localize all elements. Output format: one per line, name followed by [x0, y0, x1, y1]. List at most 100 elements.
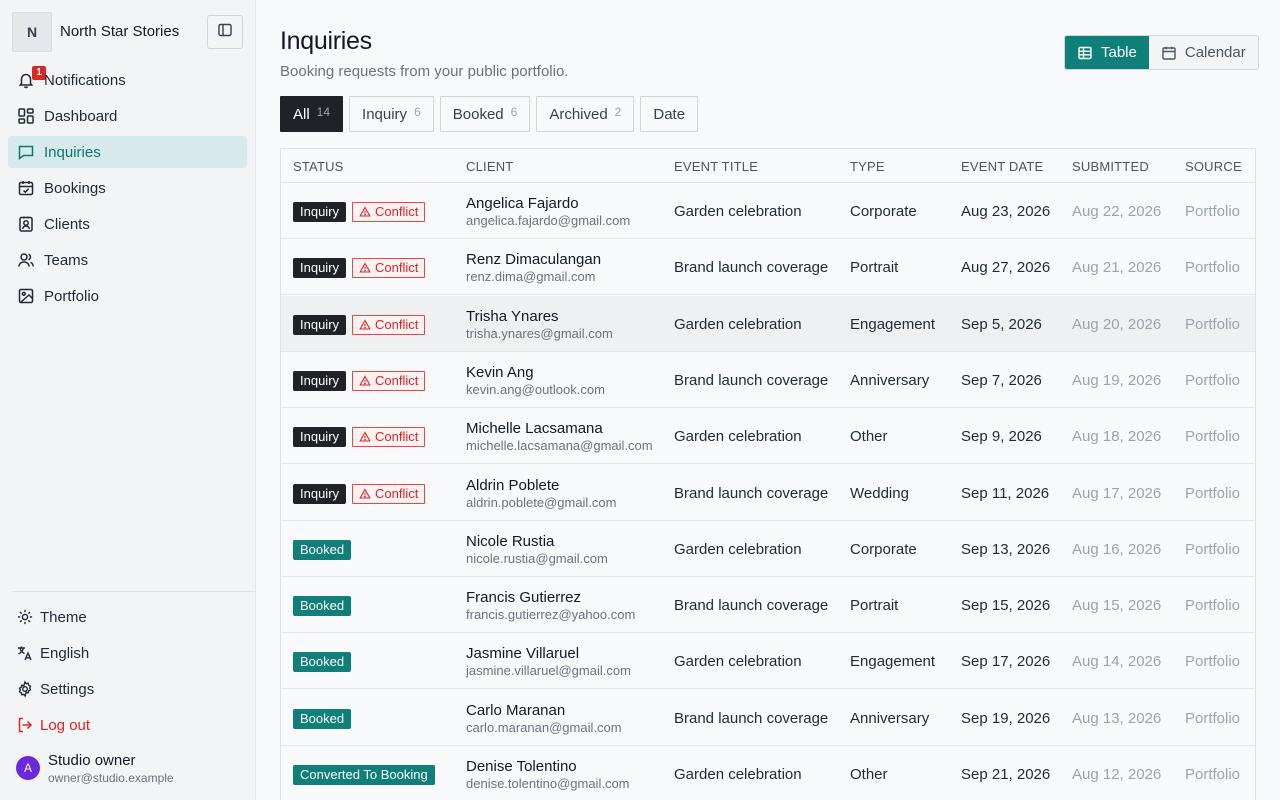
sidebar-item-notifications[interactable]: 1 Notifications [8, 64, 247, 96]
table-row[interactable]: Inquiry Conflict Kevin Ang kevin.ang@outloo… [281, 352, 1255, 408]
alert-triangle-icon [359, 375, 371, 387]
status-cell: Booked [293, 539, 352, 560]
source-cell: Portfolio [1185, 653, 1241, 671]
client-name: Angelica Fajardo [466, 195, 579, 212]
conflict-badge: Conflict [352, 483, 426, 504]
client-email: francis.gutierrez@yahoo.com [466, 607, 636, 623]
filter-inquiry[interactable]: Inquiry 6 [349, 96, 434, 132]
sun-icon [16, 608, 34, 626]
table-row[interactable]: Inquiry Conflict Michelle Lacsamana michell… [281, 408, 1255, 465]
filter-label: All [293, 105, 310, 123]
alert-triangle-icon [359, 206, 371, 218]
table-row[interactable]: Booked Jasmine Villaruel jasmine.villaruel… [281, 633, 1255, 690]
filter-archived[interactable]: Archived 2 [536, 96, 635, 132]
table-row[interactable]: Inquiry Conflict Angelica Fajardo angelica.… [281, 183, 1255, 239]
languages-icon [16, 644, 34, 662]
table-row[interactable]: Inquiry Conflict Trisha Ynares trisha.ynare… [281, 295, 1255, 352]
client-cell: Carlo Maranan carlo.maranan@gmail.com [466, 702, 622, 736]
event-date-cell: Sep 9, 2026 [961, 428, 1042, 446]
sidebar-item-inquiries[interactable]: Inquiries [8, 136, 247, 168]
table-row[interactable]: Inquiry Conflict Renz Dimaculangan renz.dim… [281, 239, 1255, 296]
event-title-cell: Garden celebration [674, 428, 802, 446]
event-title-cell: Brand launch coverage [674, 709, 829, 727]
sidebar-item-teams[interactable]: Teams [8, 244, 247, 276]
column-header-event-title[interactable]: EVENT TITLE [674, 159, 758, 174]
column-header-submitted[interactable]: SUBMITTED [1072, 159, 1149, 174]
image-icon [17, 287, 35, 305]
client-name: Jasmine Villaruel [466, 645, 580, 663]
view-toggle: Table Calendar [1064, 35, 1259, 70]
contact-icon [17, 215, 35, 233]
column-header-source[interactable]: SOURCE [1185, 159, 1242, 174]
table-row[interactable]: Booked Nicole Rustia nicole.rustia@gmail.c… [281, 521, 1255, 577]
table-row[interactable]: Booked Francis Gutierrez francis.gutierrez… [281, 577, 1255, 634]
logout-label: Log out [40, 717, 91, 734]
sidebar-item-portfolio[interactable]: Portfolio [8, 280, 247, 312]
sidebar-item-dashboard[interactable]: Dashboard [8, 100, 247, 132]
client-name: Michelle Lacsamana [466, 420, 603, 438]
filter-all[interactable]: All 14 [280, 96, 344, 132]
event-title-cell: Garden celebration [674, 653, 802, 671]
event-date-cell: Aug 27, 2026 [961, 259, 1051, 277]
type-cell: Other [850, 766, 888, 783]
conflict-badge: Conflict [352, 427, 426, 448]
client-email: kevin.ang@outlook.com [466, 381, 605, 397]
column-header-type[interactable]: TYPE [850, 159, 885, 174]
table-header: STATUS CLIENT EVENT TITLE TYPE EVENT DAT… [281, 149, 1255, 183]
sidebar-item-label: Clients [44, 216, 90, 233]
sidebar-item-bookings[interactable]: Bookings [8, 172, 247, 204]
table-row[interactable]: Inquiry Conflict Aldrin Poblete aldrin.pobl… [281, 465, 1255, 521]
workspace-header: N North Star Stories [12, 12, 244, 52]
settings-link[interactable]: Settings [8, 674, 247, 704]
table-view-button[interactable]: Table [1065, 36, 1149, 69]
calendar-view-label: Calendar [1184, 44, 1246, 61]
submitted-cell: Aug 19, 2026 [1072, 371, 1162, 389]
type-cell: Anniversary [850, 371, 930, 389]
event-date-cell: Sep 7, 2026 [961, 371, 1042, 389]
language-selector[interactable]: English [8, 638, 247, 668]
client-cell: Denise Tolentino denise.tolentino@gmail.c… [466, 758, 630, 792]
filter-label: Booked [452, 105, 504, 123]
filter-booked[interactable]: Booked 6 [439, 96, 531, 132]
user-menu[interactable]: A Studio owner owner@studio.example [16, 752, 246, 788]
client-cell: Renz Dimaculangan renz.dima@gmail.com [466, 251, 601, 285]
conflict-badge: Conflict [352, 370, 426, 391]
source-cell: Portfolio [1185, 428, 1241, 446]
table-row[interactable]: Converted To Booking Denise Tolentino deni… [281, 746, 1255, 800]
conflict-badge: Conflict [352, 202, 426, 222]
source-cell: Portfolio [1185, 597, 1241, 615]
source-cell: Portfolio [1185, 371, 1241, 389]
sidebar-toggle-button[interactable] [207, 15, 243, 49]
column-header-status[interactable]: STATUS [293, 159, 344, 174]
client-email: nicole.rustia@gmail.com [466, 550, 608, 566]
submitted-cell: Aug 20, 2026 [1072, 315, 1162, 333]
workspace-name[interactable]: North Star Stories [60, 23, 179, 40]
filter-count: 6 [510, 105, 518, 119]
theme-toggle[interactable]: Theme [8, 602, 247, 632]
client-cell: Jasmine Villaruel jasmine.villaruel@gmail… [466, 645, 631, 679]
client-email: trisha.ynares@gmail.com [466, 325, 613, 341]
column-header-client[interactable]: CLIENT [466, 159, 513, 174]
filter-date[interactable]: Date [640, 96, 699, 132]
column-header-event-date[interactable]: EVENT DATE [961, 159, 1043, 174]
status-badge: Inquiry [293, 370, 347, 391]
dashboard-icon [17, 107, 35, 125]
workspace-avatar[interactable]: N [12, 12, 52, 52]
conflict-label: Conflict [375, 372, 419, 388]
status-cell: Booked [293, 652, 352, 673]
source-cell: Portfolio [1185, 540, 1241, 558]
status-cell: Inquiry Conflict [293, 370, 426, 391]
status-badge: Booked [293, 539, 352, 560]
event-date-cell: Sep 5, 2026 [961, 315, 1042, 333]
inquiries-table: STATUS CLIENT EVENT TITLE TYPE EVENT DAT… [280, 148, 1256, 800]
table-row[interactable]: Booked Carlo Maranan carlo.maranan@gmail.c… [281, 690, 1255, 746]
event-date-cell: Sep 21, 2026 [961, 766, 1051, 783]
type-cell: Other [850, 428, 888, 446]
theme-label: Theme [40, 609, 87, 626]
status-badge: Inquiry [293, 427, 347, 448]
logout-button[interactable]: Log out [8, 710, 247, 740]
status-filter-tabs: All 14 Inquiry 6 Booked 6 Archived 2 Dat… [280, 96, 704, 132]
sidebar-item-clients[interactable]: Clients [8, 208, 247, 240]
page-title: Inquiries [280, 27, 372, 55]
calendar-view-button[interactable]: Calendar [1149, 36, 1258, 69]
